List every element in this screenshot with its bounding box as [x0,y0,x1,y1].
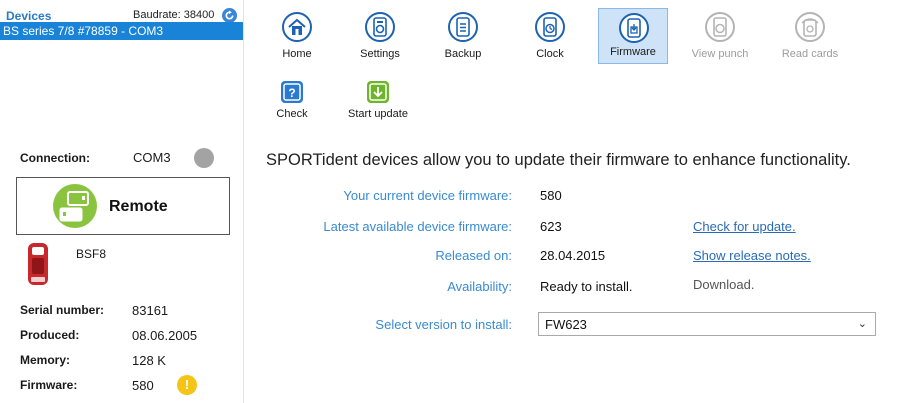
warning-icon[interactable]: ! [177,375,197,395]
latest-firmware-value: 623 [540,219,562,234]
connection-label: Connection: [20,151,90,165]
firmware-row: Firmware: 580 ! [0,375,244,395]
download-icon [367,81,389,103]
devices-header: Devices Baudrate: 38400 [0,0,244,24]
connection-value: COM3 [133,150,171,165]
released-on-label: Released on: [435,248,512,263]
toolbar-label: View punch [691,48,749,60]
start-update-label: Start update [348,108,408,120]
connection-row: Connection: COM3 [0,148,244,168]
toolbar-backup-button[interactable]: Backup [428,5,498,67]
toolbar-firmware-button[interactable]: Firmware [598,8,668,64]
baudrate-label: Baudrate: 38400 [133,9,215,21]
start-update-button[interactable]: Start update [342,75,414,125]
read-cards-icon [795,12,825,42]
toolbar-label: Clock [536,48,564,60]
toolbar-view-punch-button[interactable]: View punch [685,5,755,67]
device-list-item[interactable]: BS series 7/8 #78859 - COM3 [0,22,243,40]
serial-number-label: Serial number: [20,303,105,317]
check-button[interactable]: ? Check [272,75,312,125]
toolbar-label: Settings [360,48,400,60]
toolbar-home-button[interactable]: Home [262,5,332,67]
check-label: Check [276,108,308,120]
version-select[interactable]: FW623 ⌄ [538,312,876,336]
version-select-value: FW623 [545,317,587,332]
remote-mode-button[interactable]: Remote [16,177,230,235]
released-on-value: 28.04.2015 [540,248,606,263]
bsf8-device-icon [28,243,48,285]
chevron-down-icon: ⌄ [857,318,867,330]
toolbar-settings-button[interactable]: Settings [345,5,415,67]
show-release-notes-link[interactable]: Show release notes. [693,248,811,263]
toolbar-clock-button[interactable]: Clock [515,5,585,67]
left-panel: Devices Baudrate: 38400 BS series 7/8 #7… [0,0,244,403]
check-for-update-link[interactable]: Check for update. [693,219,796,234]
help-icon: ? [281,81,303,103]
download-link[interactable]: Download. [693,277,754,292]
serial-number-value: 83161 [132,303,169,318]
produced-value: 08.06.2005 [132,328,198,343]
firmware-description: SPORTident devices allow you to update t… [266,151,851,169]
refresh-icon [225,10,234,20]
current-firmware-label: Your current device firmware: [343,188,512,203]
devices-title: Devices [6,9,52,23]
produced-label: Produced: [20,328,80,342]
refresh-button[interactable] [222,8,237,23]
firmware-icon [619,13,649,43]
toolbar-label: Home [282,48,312,60]
remote-card-icon [53,184,97,228]
toolbar-label: Firmware [610,46,656,58]
firmware-value: 580 [132,378,154,393]
svg-text:?: ? [288,86,295,100]
toolbar-label: Backup [444,48,482,60]
availability-label: Availability: [447,279,512,294]
firmware-label: Firmware: [20,378,78,392]
connection-status-indicator [194,148,214,168]
select-version-label: Select version to install: [375,317,512,332]
memory-label: Memory: [20,353,71,367]
home-icon [282,12,312,42]
toolbar-read-cards-button[interactable]: Read cards [775,5,845,67]
memory-value: 128 K [132,353,166,368]
settings-icon [365,12,395,42]
remote-label: Remote [109,198,168,215]
produced-row: Produced: 08.06.2005 [0,325,244,345]
memory-row: Memory: 128 K [0,350,244,370]
device-model-label: BSF8 [76,247,107,261]
clock-icon [535,12,565,42]
toolbar-label: Read cards [781,48,839,60]
view-punch-icon [705,12,735,42]
latest-firmware-label: Latest available device firmware: [323,219,512,234]
current-firmware-value: 580 [540,188,562,203]
backup-icon [448,12,478,42]
serial-number-row: Serial number: 83161 [0,300,244,320]
availability-value: Ready to install. [540,279,633,294]
